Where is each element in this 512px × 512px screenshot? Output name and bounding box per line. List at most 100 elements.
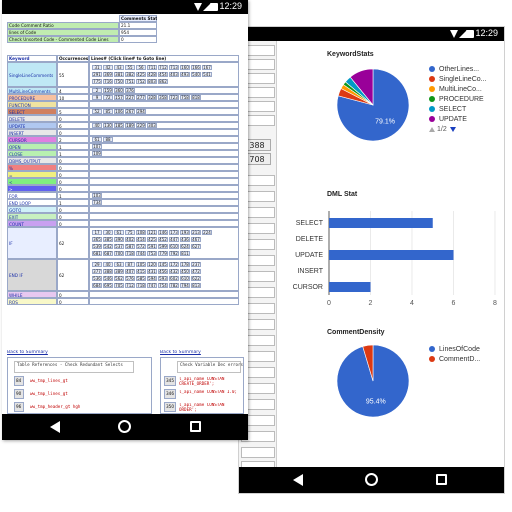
- page-up-icon[interactable]: [429, 126, 435, 132]
- line-number-link[interactable]: 2: [92, 88, 102, 93]
- line-number-link[interactable]: 758: [180, 95, 190, 100]
- line-number-link[interactable]: 811: [180, 251, 190, 256]
- line-number-link[interactable]: 193: [180, 230, 190, 235]
- line-number-link[interactable]: 744: [136, 251, 146, 256]
- line-number-link[interactable]: 382: [125, 72, 135, 77]
- line-number-link[interactable]: 43: [114, 65, 124, 70]
- line-number-link[interactable]: 213: [191, 230, 201, 235]
- line-number-link[interactable]: 539: [92, 244, 102, 249]
- line-number-link[interactable]: 414: [136, 237, 146, 242]
- line-number-link[interactable]: 108: [136, 230, 146, 235]
- line-number-link[interactable]: 818: [191, 95, 201, 100]
- legend-item[interactable]: SingleLineCo...: [429, 75, 486, 85]
- line-number-link[interactable]: 415: [136, 269, 146, 274]
- line-number-link[interactable]: 591: [147, 244, 157, 249]
- dml-stat-bar-chart[interactable]: 0 2 4 6 8 SELECT DELETE UPDATE INSERT CURSOR: [281, 201, 501, 321]
- line-number-link[interactable]: 695: [103, 283, 113, 288]
- line-number-link[interactable]: 84: [14, 376, 24, 386]
- line-number-link[interactable]: 803: [147, 79, 157, 84]
- comment-density-pie[interactable]: 95.4%: [333, 341, 413, 421]
- line-number-link[interactable]: 277: [136, 95, 146, 100]
- line-number-link[interactable]: 29: [92, 262, 102, 267]
- line-number-link[interactable]: 328: [147, 95, 157, 100]
- line-number-link[interactable]: 85: [103, 109, 113, 114]
- line-number-link[interactable]: 425: [136, 72, 146, 77]
- line-number-link[interactable]: 189: [125, 123, 135, 128]
- recent-apps-icon[interactable]: [436, 474, 447, 485]
- line-number-link[interactable]: 622: [191, 276, 201, 281]
- line-number-link[interactable]: 121: [147, 230, 157, 235]
- legend-item[interactable]: PROCEDURE: [429, 95, 486, 105]
- legend-item[interactable]: CommentD...: [429, 355, 480, 365]
- line-number-link[interactable]: 267: [125, 109, 135, 114]
- line-number-link[interactable]: 576: [125, 276, 135, 281]
- recent-apps-icon[interactable]: [190, 421, 201, 432]
- line-number-link[interactable]: 173: [169, 230, 179, 235]
- line-number-link[interactable]: 55: [125, 65, 135, 70]
- line-number-link[interactable]: 587: [125, 244, 135, 249]
- line-number-link[interactable]: 794: [180, 283, 190, 288]
- line-number-link[interactable]: 30: [103, 230, 113, 235]
- line-number-link[interactable]: 447: [169, 237, 179, 242]
- line-number-link[interactable]: 599: [158, 244, 168, 249]
- line-number-link[interactable]: 105: [136, 262, 146, 267]
- line-number-link[interactable]: 456: [158, 269, 168, 274]
- legend-item[interactable]: LinesOfCode: [429, 345, 480, 355]
- line-number-link[interactable]: 562: [114, 276, 124, 281]
- line-number-link[interactable]: 627: [191, 244, 201, 249]
- line-number-link[interactable]: 723: [169, 95, 179, 100]
- line-number-link[interactable]: 107: [92, 144, 102, 149]
- home-icon[interactable]: [118, 420, 131, 433]
- line-number-link[interactable]: 753: [147, 251, 157, 256]
- line-number-link[interactable]: 42: [103, 65, 113, 70]
- line-number-link[interactable]: 130: [103, 123, 113, 128]
- line-number-link[interactable]: 431: [147, 269, 157, 274]
- line-number-link[interactable]: 713: [169, 65, 179, 70]
- line-number-link[interactable]: 792: [169, 251, 179, 256]
- legend-item[interactable]: SELECT: [429, 105, 486, 115]
- legend-item[interactable]: UPDATE: [429, 115, 486, 125]
- line-number-link[interactable]: 90: [14, 389, 24, 399]
- line-number-link[interactable]: 750: [114, 79, 124, 84]
- line-number-link[interactable]: 75: [125, 230, 135, 235]
- line-number-link[interactable]: 63: [114, 262, 124, 267]
- line-number-link[interactable]: 388: [103, 269, 113, 274]
- line-number-link[interactable]: 687: [103, 251, 113, 256]
- line-number-link[interactable]: 9: [92, 95, 102, 100]
- line-number-link[interactable]: 346: [164, 389, 176, 399]
- line-number-link[interactable]: 145: [158, 262, 168, 267]
- line-number-link[interactable]: 779: [158, 251, 168, 256]
- home-icon[interactable]: [365, 473, 378, 486]
- line-number-link[interactable]: 381: [114, 72, 124, 77]
- line-number-link[interactable]: 167: [202, 65, 212, 70]
- line-number-link[interactable]: 775: [92, 79, 102, 84]
- line-number-link[interactable]: 166: [191, 65, 201, 70]
- line-number-link[interactable]: 594: [147, 276, 157, 281]
- line-number-link[interactable]: 350: [164, 402, 176, 412]
- back-to-summary-link[interactable]: Back to Summary: [7, 350, 48, 356]
- line-number-link[interactable]: 40: [92, 123, 102, 128]
- line-number-link[interactable]: 754: [158, 283, 168, 288]
- line-number-link[interactable]: 31: [92, 65, 102, 70]
- line-number-link[interactable]: 862: [158, 79, 168, 84]
- line-number-link[interactable]: 734: [92, 200, 102, 205]
- back-icon[interactable]: [293, 474, 303, 486]
- line-number-link[interactable]: 681: [92, 251, 102, 256]
- line-number-link[interactable]: 751: [125, 79, 135, 84]
- line-number-link[interactable]: 403: [169, 72, 179, 77]
- line-number-link[interactable]: 61: [92, 137, 102, 142]
- line-number-link[interactable]: 390: [114, 237, 124, 242]
- line-number-link[interactable]: 407: [125, 269, 135, 274]
- line-number-link[interactable]: 291: [92, 72, 102, 77]
- line-number-link[interactable]: 782: [169, 283, 179, 288]
- line-number-link[interactable]: 436: [180, 237, 190, 242]
- line-number-link[interactable]: 40: [103, 262, 113, 267]
- line-number-link[interactable]: 718: [136, 283, 146, 288]
- line-number-link[interactable]: 345: [164, 376, 176, 386]
- line-number-link[interactable]: 109: [92, 151, 102, 156]
- line-number-link[interactable]: 546: [103, 276, 113, 281]
- line-number-link[interactable]: 610: [180, 276, 190, 281]
- line-number-link[interactable]: 237: [191, 262, 201, 267]
- line-number-link[interactable]: 157: [114, 95, 124, 100]
- bar[interactable]: [329, 250, 454, 260]
